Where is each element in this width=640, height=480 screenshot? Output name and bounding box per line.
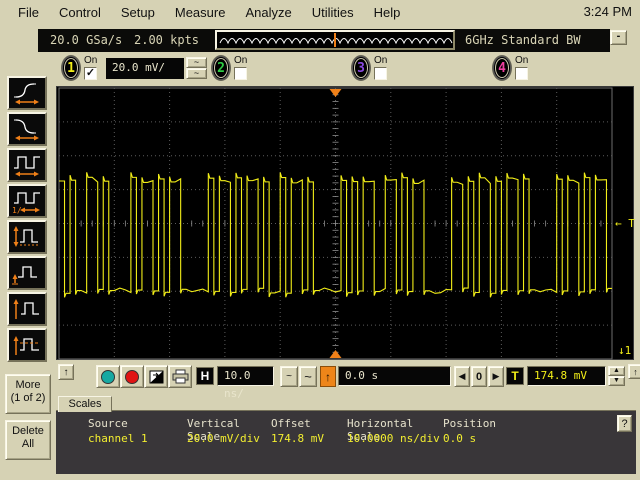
trigger-level-field[interactable]: 174.8 mV xyxy=(527,366,606,386)
measure-vaverage-button[interactable] xyxy=(7,328,47,362)
channel-3-on-checkbox[interactable] xyxy=(374,67,387,80)
printer-icon xyxy=(172,369,189,384)
scales-panel-body: Source Vertical Scale Offset Horizontal … xyxy=(56,410,636,474)
run-icon xyxy=(101,370,115,384)
vaverage-icon xyxy=(11,332,43,358)
menu-control[interactable]: Control xyxy=(49,2,111,23)
scales-value-row: channel 1 20.0 mV/div 174.8 mV 10.0000 n… xyxy=(88,432,533,445)
channel-1-scale-field[interactable]: 20.0 mV/ xyxy=(106,58,184,79)
menu-help[interactable]: Help xyxy=(364,2,411,23)
channel-3-badge[interactable]: 3 xyxy=(352,56,370,80)
hscale-fine-button[interactable]: ~ xyxy=(280,366,298,387)
trigger-reference-button[interactable]: ↑ xyxy=(320,366,336,387)
vtop-icon xyxy=(11,296,43,322)
oscilloscope-app: { "window": { "clock": "3:24 PM" }, "men… xyxy=(0,0,640,480)
menu-utilities[interactable]: Utilities xyxy=(302,2,364,23)
channel-1-on-label: On xyxy=(84,56,100,66)
horizontal-toolbar: ↑ H 10.0 ns/ ~ ~ ↑ 0.0 s ◀ 0 ▶ T 174.8 m… xyxy=(56,362,640,395)
value-offset: 174.8 mV xyxy=(271,432,347,445)
stop-icon xyxy=(125,370,139,384)
tab-scales[interactable]: Scales xyxy=(58,396,112,412)
stop-button[interactable] xyxy=(120,365,144,388)
bandwidth-status: 6GHz Standard BW xyxy=(465,33,581,47)
channel-4-group: 4 On xyxy=(493,56,531,84)
frequency-icon: 1/ xyxy=(11,188,43,214)
measure-vtop-button[interactable] xyxy=(7,292,47,326)
trigger-level-up-button[interactable]: ▲ xyxy=(608,366,625,376)
measure-fall-time-button[interactable] xyxy=(7,112,47,146)
horizontal-position-field[interactable]: 0.0 s xyxy=(338,366,451,386)
pan-left-button[interactable]: ◀ xyxy=(454,366,470,387)
channel-1-group: 1 On ✓ 20.0 mV/ ~ ~ xyxy=(62,56,207,84)
channel-4-on-checkbox[interactable] xyxy=(515,67,528,80)
measure-sidebar: 1/ xyxy=(0,54,56,480)
fall-time-icon xyxy=(11,116,43,142)
hscale-coarse-button[interactable]: ~ xyxy=(299,366,317,387)
period-icon xyxy=(11,152,43,178)
results-panel: Scales Source Vertical Scale Offset Hori… xyxy=(56,396,636,474)
amplitude-icon xyxy=(11,224,43,250)
menu-file[interactable]: File xyxy=(8,2,49,23)
channel-4-on-label: On xyxy=(515,56,531,66)
run-button[interactable] xyxy=(96,365,120,388)
minimize-toolbar-button[interactable]: - xyxy=(610,30,627,45)
rise-time-icon xyxy=(11,80,43,106)
measure-frequency-button[interactable]: 1/ xyxy=(7,184,47,218)
horizontal-scale-field[interactable]: 10.0 ns/ xyxy=(217,366,274,386)
menu-analyze[interactable]: Analyze xyxy=(235,2,301,23)
channel-1-scale-up-button[interactable]: ~ xyxy=(186,57,207,68)
menu-setup[interactable]: Setup xyxy=(111,2,165,23)
waveform-preview[interactable] xyxy=(215,30,455,50)
toolbar-scroll-up-button[interactable]: ↑ xyxy=(628,364,640,379)
scroll-up-button[interactable]: ↑ xyxy=(58,364,74,380)
value-position: 0.0 s xyxy=(443,432,533,445)
channel-2-group: 2 On xyxy=(212,56,250,84)
channel-3-group: 3 On xyxy=(352,56,390,84)
value-vertical-scale: 20.0 mV/div xyxy=(187,432,271,445)
trigger-level-down-button[interactable]: ▼ xyxy=(608,376,625,386)
channel-1-scale-down-button[interactable]: ~ xyxy=(186,68,207,79)
zero-position-button[interactable]: 0 xyxy=(471,366,487,387)
menu-bar: File Control Setup Measure Analyze Utili… xyxy=(0,0,640,24)
channel-4-badge[interactable]: 4 xyxy=(493,56,511,80)
channel-2-badge[interactable]: 2 xyxy=(212,56,230,80)
clear-display-button[interactable] xyxy=(144,365,168,388)
channel-2-on-label: On xyxy=(234,56,250,66)
clear-display-icon xyxy=(149,370,164,384)
waveform-svg: ← T ↓1 xyxy=(57,87,635,361)
svg-text:↓1: ↓1 xyxy=(618,344,631,357)
measure-rise-time-button[interactable] xyxy=(7,76,47,110)
print-button[interactable] xyxy=(168,365,192,388)
menu-measure[interactable]: Measure xyxy=(165,2,236,23)
horizontal-badge: H xyxy=(196,367,214,385)
vbase-icon xyxy=(11,260,43,286)
memory-depth: 2.00 kpts xyxy=(134,33,199,47)
more-measurements-button[interactable]: More (1 of 2) xyxy=(5,374,51,414)
measure-vbase-button[interactable] xyxy=(7,256,47,290)
acquisition-status-strip: 20.0 GSa/s 2.00 kpts 6GHz Standard BW xyxy=(38,29,610,52)
acquisition-bar: 20.0 GSa/s 2.00 kpts 6GHz Standard BW - xyxy=(0,24,640,54)
value-horizontal-scale: 10.0000 ns/div xyxy=(347,432,443,445)
channel-bar: 1 On ✓ 20.0 mV/ ~ ~ 2 On 3 On 4 On xyxy=(56,54,640,86)
channel-3-on-label: On xyxy=(374,56,390,66)
trigger-badge: T xyxy=(506,367,524,385)
clock: 3:24 PM xyxy=(584,4,632,19)
preview-sine-icon xyxy=(217,32,453,48)
help-button[interactable]: ? xyxy=(617,415,632,432)
svg-text:← T: ← T xyxy=(615,217,635,230)
sample-rate: 20.0 GSa/s xyxy=(50,33,122,47)
delete-all-button[interactable]: Delete All xyxy=(5,420,51,460)
measure-amplitude-button[interactable] xyxy=(7,220,47,254)
channel-1-badge[interactable]: 1 xyxy=(62,56,80,80)
channel-2-on-checkbox[interactable] xyxy=(234,67,247,80)
pan-right-button[interactable]: ▶ xyxy=(488,366,504,387)
channel-1-on-checkbox[interactable]: ✓ xyxy=(84,67,97,80)
measure-period-button[interactable] xyxy=(7,148,47,182)
waveform-display[interactable]: ← T ↓1 xyxy=(56,86,634,360)
value-source: channel 1 xyxy=(88,432,187,445)
trigger-level-spinner: ▲ ▼ xyxy=(608,366,625,386)
